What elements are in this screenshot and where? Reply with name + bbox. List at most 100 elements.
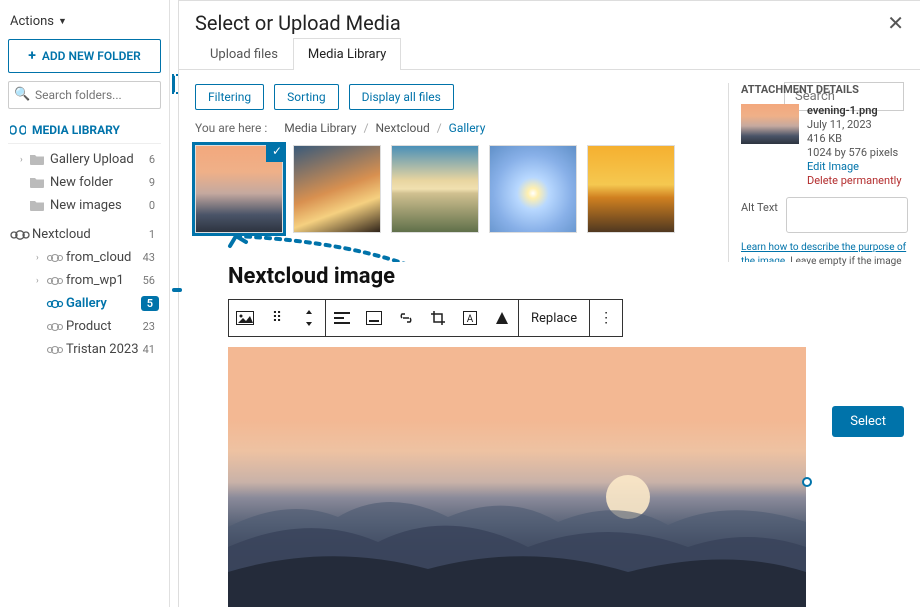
alt-text-label: Alt Text: [741, 197, 778, 214]
media-thumbnail[interactable]: ✓: [195, 145, 283, 233]
sidebar-item-label: Gallery: [64, 296, 141, 311]
block-editor-preview: Nextcloud image ⠿ A Replace ⋮: [228, 262, 808, 607]
media-thumbnail[interactable]: [293, 145, 381, 233]
chevron-right-icon: ›: [36, 253, 46, 263]
sidebar-item-count: 5: [141, 296, 159, 311]
more-options-icon[interactable]: ⋮: [590, 300, 622, 336]
media-thumbnail[interactable]: [489, 145, 577, 233]
modal-title: Select or Upload Media: [195, 11, 401, 35]
cloud-icon: [46, 253, 64, 263]
add-folder-label: ADD NEW FOLDER: [42, 49, 141, 63]
sidebar-item-label: from_cloud: [64, 250, 139, 265]
cloud-icon: [46, 276, 64, 286]
modal-tabs: Upload files Media Library: [179, 37, 920, 70]
attachment-filesize: 416 KB: [807, 132, 902, 145]
annotation-marker: [172, 288, 182, 292]
move-icon[interactable]: [293, 300, 325, 336]
sidebar-item-count: 23: [139, 320, 159, 333]
folder-icon: [30, 154, 48, 165]
attachment-details-heading: ATTACHMENT DETAILS: [741, 83, 908, 104]
media-thumbnail[interactable]: [587, 145, 675, 233]
sidebar-item-label: from_wp1: [64, 273, 139, 288]
sidebar-item-count: 0: [145, 199, 159, 212]
check-icon: ✓: [272, 144, 282, 158]
actions-dropdown[interactable]: Actions ▼: [8, 10, 161, 39]
sidebar-item-label: Tristan 2023: [64, 342, 139, 357]
display-all-button[interactable]: Display all files: [349, 84, 454, 110]
chevron-right-icon: ›: [20, 155, 30, 165]
media-thumbnail[interactable]: [391, 145, 479, 233]
sidebar-item-from-cloud[interactable]: › from_cloud 43: [8, 246, 161, 269]
plus-icon: +: [28, 48, 36, 64]
search-icon: 🔍: [14, 87, 30, 102]
svg-text:A: A: [467, 314, 474, 325]
chevron-right-icon: ›: [36, 276, 46, 286]
text-overlay-icon[interactable]: A: [454, 300, 486, 336]
annotation-marker: [172, 74, 178, 94]
attachment-thumbnail: [741, 104, 799, 144]
link-icon[interactable]: [390, 300, 422, 336]
sidebar-item-label: New folder: [48, 175, 145, 190]
media-library-root-label: MEDIA LIBRARY: [32, 123, 120, 137]
edit-image-link[interactable]: Edit Image: [807, 160, 902, 173]
cloud-icon: [46, 299, 64, 309]
tab-upload-files[interactable]: Upload files: [195, 38, 293, 70]
block-toolbar: ⠿ A Replace ⋮: [228, 299, 623, 337]
cloud-icon: [46, 345, 64, 355]
cloud-icon: [10, 229, 30, 241]
alt-text-input[interactable]: [786, 197, 908, 233]
media-library-root[interactable]: MEDIA LIBRARY: [8, 117, 161, 144]
sidebar-item-count: 1: [145, 228, 159, 241]
sidebar-item-new-folder[interactable]: New folder 9: [8, 171, 161, 194]
sidebar-item-nextcloud[interactable]: Nextcloud 1: [8, 223, 161, 246]
sidebar-item-gallery[interactable]: Gallery 5: [8, 292, 161, 315]
image-block-content[interactable]: [228, 347, 806, 607]
select-button[interactable]: Select: [832, 406, 904, 437]
attachment-dimensions: 1024 by 576 pixels: [807, 146, 902, 159]
sort-button[interactable]: Sorting: [274, 84, 339, 110]
tab-media-library[interactable]: Media Library: [293, 38, 401, 70]
sidebar-item-from-wp1[interactable]: › from_wp1 56: [8, 269, 161, 292]
sidebar-item-count: 43: [139, 251, 159, 264]
search-folders-wrap: 🔍: [8, 81, 161, 109]
sidebar-item-gallery-upload[interactable]: › Gallery Upload 6: [8, 148, 161, 171]
add-folder-button[interactable]: + ADD NEW FOLDER: [8, 39, 161, 73]
folder-sidebar: Actions ▼ + ADD NEW FOLDER 🔍 MEDIA LIBRA…: [0, 0, 170, 607]
replace-button[interactable]: Replace: [519, 300, 589, 336]
breadcrumb-item[interactable]: Nextcloud: [376, 121, 430, 135]
sidebar-item-count: 6: [145, 153, 159, 166]
drag-icon[interactable]: ⠿: [261, 300, 293, 336]
sidebar-item-count: 56: [139, 274, 159, 287]
align-icon[interactable]: [326, 300, 358, 336]
close-icon[interactable]: ✕: [887, 11, 904, 35]
breadcrumb-prefix: You are here :: [195, 121, 267, 135]
sidebar-item-label: Gallery Upload: [48, 152, 145, 167]
sidebar-item-label: New images: [48, 198, 145, 213]
folder-icon: [30, 177, 48, 188]
sidebar-item-count: 41: [139, 343, 159, 356]
attachment-filename: evening-1.png: [807, 104, 902, 117]
sidebar-item-new-images[interactable]: New images 0: [8, 194, 161, 217]
sidebar-item-tristan-2023[interactable]: Tristan 2023 41: [8, 338, 161, 361]
cloud-icon: [46, 322, 64, 332]
resize-handle[interactable]: [802, 477, 812, 487]
actions-label: Actions: [10, 14, 54, 29]
chevron-down-icon: ▼: [58, 16, 67, 27]
sidebar-item-count: 9: [145, 176, 159, 189]
image-block-icon[interactable]: [229, 300, 261, 336]
filter-button[interactable]: Filtering: [195, 84, 264, 110]
crop-icon[interactable]: [422, 300, 454, 336]
breadcrumb-item[interactable]: Gallery: [449, 121, 486, 135]
breadcrumb-item[interactable]: Media Library: [284, 121, 356, 135]
sidebar-item-product[interactable]: Product 23: [8, 315, 161, 338]
folder-icon: [30, 200, 48, 211]
delete-link[interactable]: Delete permanently: [807, 174, 902, 187]
block-heading[interactable]: Nextcloud image: [228, 262, 808, 299]
search-folders-input[interactable]: [8, 81, 161, 109]
library-icon: [10, 124, 26, 136]
caption-icon[interactable]: [358, 300, 390, 336]
duotone-icon[interactable]: [486, 300, 518, 336]
sidebar-item-label: Nextcloud: [30, 227, 145, 242]
attachment-date: July 11, 2023: [807, 118, 902, 131]
sidebar-item-label: Product: [64, 319, 139, 334]
